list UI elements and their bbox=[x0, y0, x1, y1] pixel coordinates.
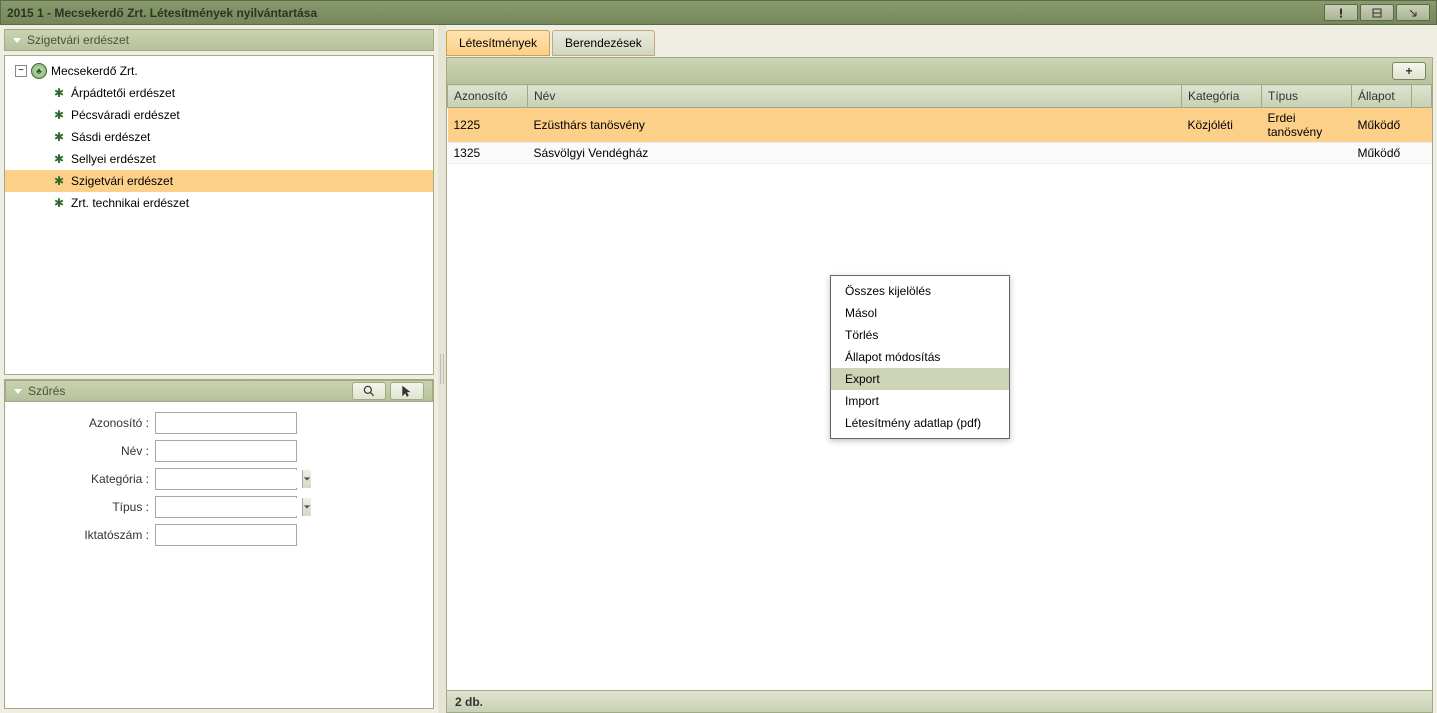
tree-item[interactable]: Zrt. technikai erdészet bbox=[5, 192, 433, 214]
leaf-icon bbox=[51, 151, 67, 167]
window-title-bar: 2015 1 - Mecsekerdő Zrt. Létesítmények n… bbox=[0, 0, 1437, 25]
filter-label-iktatoszam: Iktatószám : bbox=[19, 528, 155, 542]
column-header[interactable]: Név bbox=[528, 85, 1182, 108]
menu-item[interactable]: Állapot módosítás bbox=[831, 346, 1009, 368]
menu-item[interactable]: Export bbox=[831, 368, 1009, 390]
filter-label-azonosito: Azonosító : bbox=[19, 416, 155, 430]
tree-item[interactable]: Sellyei erdészet bbox=[5, 148, 433, 170]
leaf-icon bbox=[51, 195, 67, 211]
leaf-icon bbox=[51, 173, 67, 189]
tree-item-label: Zrt. technikai erdészet bbox=[71, 196, 189, 210]
window-title: 2015 1 - Mecsekerdő Zrt. Létesítmények n… bbox=[7, 6, 1324, 20]
splitter[interactable] bbox=[438, 25, 446, 713]
tree-collapse-icon[interactable]: − bbox=[15, 65, 27, 77]
context-menu: Összes kijelölésMásolTörlésÁllapot módos… bbox=[830, 275, 1010, 439]
tree-item-label: Árpádtetői erdészet bbox=[71, 86, 175, 100]
tree-panel-header[interactable]: Szigetvári erdészet bbox=[4, 29, 434, 51]
filter-panel-title: Szűrés bbox=[28, 384, 346, 398]
minimize-arrow-button[interactable] bbox=[1396, 4, 1430, 21]
cursor-button[interactable] bbox=[390, 382, 424, 400]
cell-nev: Sásvölgyi Vendégház bbox=[528, 143, 1182, 164]
restore-button[interactable] bbox=[1360, 4, 1394, 21]
column-header[interactable]: Azonosító bbox=[448, 85, 528, 108]
column-header[interactable]: Állapot bbox=[1352, 85, 1412, 108]
tab[interactable]: Berendezések bbox=[552, 30, 655, 56]
cell-tipus bbox=[1262, 143, 1352, 164]
cell-allapot: Működő bbox=[1352, 108, 1412, 143]
menu-item[interactable]: Összes kijelölés bbox=[831, 280, 1009, 302]
column-spacer bbox=[1412, 85, 1432, 108]
caret-down-icon bbox=[13, 38, 21, 43]
dropdown-trigger[interactable] bbox=[302, 470, 311, 488]
filter-label-nev: Név : bbox=[19, 444, 155, 458]
cell-kategoria: Közjóléti bbox=[1182, 108, 1262, 143]
filter-label-tipus: Típus : bbox=[19, 500, 155, 514]
cell-azonosito: 1325 bbox=[448, 143, 528, 164]
tree-panel-title: Szigetvári erdészet bbox=[27, 33, 425, 47]
tree-item-label: Pécsváradi erdészet bbox=[71, 108, 180, 122]
tree-item[interactable]: Árpádtetői erdészet bbox=[5, 82, 433, 104]
filter-combo-tipus[interactable] bbox=[160, 498, 302, 516]
dropdown-trigger[interactable] bbox=[302, 498, 311, 516]
filter-input-iktatoszam[interactable] bbox=[155, 524, 297, 546]
menu-item[interactable]: Törlés bbox=[831, 324, 1009, 346]
tree-item-label: Sásdi erdészet bbox=[71, 130, 150, 144]
filter-input-azonosito[interactable] bbox=[155, 412, 297, 434]
menu-item[interactable]: Import bbox=[831, 390, 1009, 412]
tree-item[interactable]: Pécsváradi erdészet bbox=[5, 104, 433, 126]
cell-allapot: Működő bbox=[1352, 143, 1412, 164]
tree-item-label: Sellyei erdészet bbox=[71, 152, 156, 166]
caret-down-icon bbox=[14, 389, 22, 394]
menu-item[interactable]: Létesítmény adatlap (pdf) bbox=[831, 412, 1009, 434]
alert-button[interactable] bbox=[1324, 4, 1358, 21]
cell-nev: Ezüsthárs tanösvény bbox=[528, 108, 1182, 143]
tree-root-item[interactable]: − Mecsekerdő Zrt. bbox=[5, 60, 433, 82]
filter-input-nev[interactable] bbox=[155, 440, 297, 462]
cell-tipus: Erdei tanösvény bbox=[1262, 108, 1352, 143]
tree-item[interactable]: Sásdi erdészet bbox=[5, 126, 433, 148]
globe-icon bbox=[31, 63, 47, 79]
cell-azonosito: 1225 bbox=[448, 108, 528, 143]
grid-footer: 2 db. bbox=[447, 690, 1432, 712]
filter-combo-kategoria[interactable] bbox=[160, 470, 302, 488]
filter-label-kategoria: Kategória : bbox=[19, 472, 155, 486]
filter-panel-header[interactable]: Szűrés bbox=[5, 380, 433, 402]
leaf-icon bbox=[51, 85, 67, 101]
add-button[interactable]: + bbox=[1392, 62, 1426, 80]
tree-panel: − Mecsekerdő Zrt. Árpádtetői erdészet Pécsv… bbox=[4, 55, 434, 375]
menu-item[interactable]: Másol bbox=[831, 302, 1009, 324]
tab[interactable]: Létesítmények bbox=[446, 30, 550, 56]
leaf-icon bbox=[51, 129, 67, 145]
search-button[interactable] bbox=[352, 382, 386, 400]
column-header[interactable]: Típus bbox=[1262, 85, 1352, 108]
column-header[interactable]: Kategória bbox=[1182, 85, 1262, 108]
tree-root-label: Mecsekerdő Zrt. bbox=[51, 64, 138, 78]
table-row[interactable]: 1325Sásvölgyi Vendégház Működő bbox=[448, 143, 1432, 164]
table-row[interactable]: 1225Ezüsthárs tanösvényKözjólétiErdei ta… bbox=[448, 108, 1432, 143]
tree-item[interactable]: Szigetvári erdészet bbox=[5, 170, 433, 192]
cell-kategoria bbox=[1182, 143, 1262, 164]
tree-item-label: Szigetvári erdészet bbox=[71, 174, 173, 188]
leaf-icon bbox=[51, 107, 67, 123]
